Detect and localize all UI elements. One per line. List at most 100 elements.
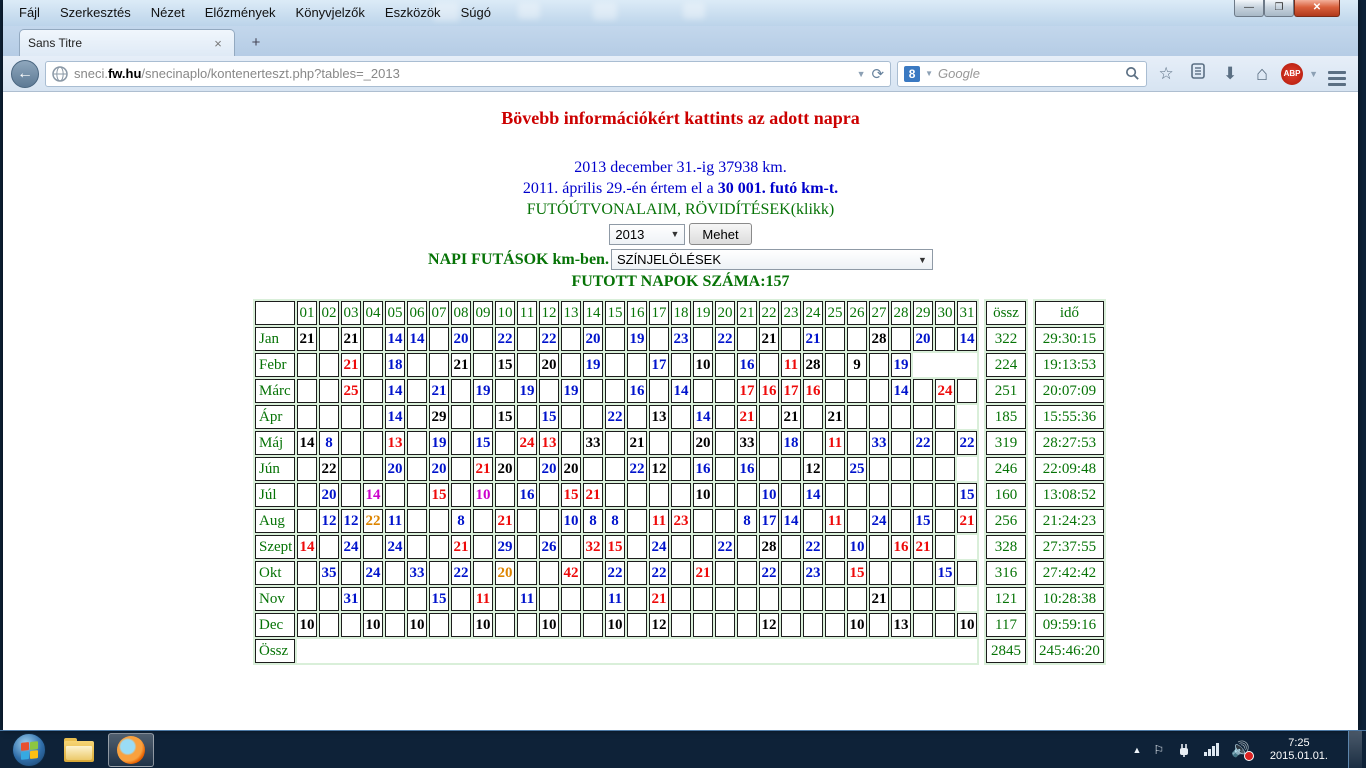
day-cell[interactable]: 21: [429, 379, 449, 403]
start-button[interactable]: [12, 733, 46, 767]
day-cell[interactable]: 12: [759, 613, 779, 637]
reload-icon[interactable]: ⟳: [872, 65, 885, 83]
empty-day-cell[interactable]: [693, 587, 713, 611]
day-cell[interactable]: 22: [495, 327, 515, 351]
empty-day-cell[interactable]: [297, 561, 317, 585]
empty-day-cell[interactable]: [473, 535, 493, 559]
empty-day-cell[interactable]: [935, 483, 955, 507]
empty-day-cell[interactable]: [583, 587, 603, 611]
empty-day-cell[interactable]: [891, 483, 911, 507]
empty-day-cell[interactable]: [407, 457, 427, 481]
menu-history[interactable]: Előzmények: [197, 3, 284, 22]
day-cell[interactable]: 10: [693, 483, 713, 507]
day-cell[interactable]: 20: [451, 327, 471, 351]
day-cell[interactable]: 15: [495, 353, 515, 377]
search-engine-dropdown-icon[interactable]: ▼: [925, 69, 933, 78]
empty-day-cell[interactable]: [825, 327, 845, 351]
day-cell[interactable]: 22: [649, 561, 669, 585]
empty-day-cell[interactable]: [407, 405, 427, 429]
tab-close-icon[interactable]: ×: [210, 36, 226, 51]
day-cell[interactable]: 10: [407, 613, 427, 637]
empty-day-cell[interactable]: [803, 509, 823, 533]
day-cell[interactable]: 21: [957, 509, 977, 533]
empty-day-cell[interactable]: [825, 353, 845, 377]
day-cell[interactable]: 22: [715, 327, 735, 351]
empty-day-cell[interactable]: [297, 379, 317, 403]
day-cell[interactable]: 20: [693, 431, 713, 455]
day-cell[interactable]: 12: [649, 613, 669, 637]
empty-day-cell[interactable]: [627, 613, 647, 637]
taskbar-clock[interactable]: 7:25 2015.01.01.: [1262, 737, 1336, 763]
empty-day-cell[interactable]: [759, 405, 779, 429]
day-cell[interactable]: 22: [627, 457, 647, 481]
empty-day-cell[interactable]: [297, 587, 317, 611]
empty-day-cell[interactable]: [605, 327, 625, 351]
close-button[interactable]: ✕: [1294, 0, 1340, 17]
empty-day-cell[interactable]: [737, 613, 757, 637]
empty-day-cell[interactable]: [363, 379, 383, 403]
day-cell[interactable]: 8: [605, 509, 625, 533]
empty-day-cell[interactable]: [627, 483, 647, 507]
empty-day-cell[interactable]: [583, 561, 603, 585]
empty-day-cell[interactable]: [803, 587, 823, 611]
day-cell[interactable]: 26: [539, 535, 559, 559]
empty-day-cell[interactable]: [891, 457, 911, 481]
empty-day-cell[interactable]: [671, 405, 691, 429]
empty-day-cell[interactable]: [715, 431, 735, 455]
empty-day-cell[interactable]: [517, 353, 537, 377]
day-cell[interactable]: 16: [627, 379, 647, 403]
empty-day-cell[interactable]: [671, 587, 691, 611]
day-cell[interactable]: 20: [561, 457, 581, 481]
search-engine-icon[interactable]: 8: [904, 66, 920, 82]
empty-day-cell[interactable]: [451, 405, 471, 429]
empty-day-cell[interactable]: [781, 535, 801, 559]
day-cell[interactable]: 14: [407, 327, 427, 351]
empty-day-cell[interactable]: [561, 535, 581, 559]
file-explorer-button[interactable]: [64, 738, 94, 762]
day-cell[interactable]: 16: [517, 483, 537, 507]
empty-day-cell[interactable]: [341, 431, 361, 455]
empty-day-cell[interactable]: [825, 587, 845, 611]
day-cell[interactable]: 21: [451, 353, 471, 377]
empty-day-cell[interactable]: [649, 483, 669, 507]
empty-day-cell[interactable]: [715, 561, 735, 585]
day-cell[interactable]: 18: [385, 353, 405, 377]
day-cell[interactable]: 22: [913, 431, 933, 455]
day-cell[interactable]: 15: [473, 431, 493, 455]
empty-day-cell[interactable]: [869, 457, 889, 481]
empty-day-cell[interactable]: [715, 405, 735, 429]
day-cell[interactable]: 14: [297, 535, 317, 559]
day-cell[interactable]: 8: [737, 509, 757, 533]
day-cell[interactable]: 22: [957, 431, 977, 455]
day-cell[interactable]: 15: [429, 483, 449, 507]
empty-day-cell[interactable]: [627, 353, 647, 377]
day-cell[interactable]: 10: [473, 613, 493, 637]
empty-day-cell[interactable]: [891, 509, 911, 533]
day-cell[interactable]: 17: [781, 379, 801, 403]
day-cell[interactable]: 12: [649, 457, 669, 481]
year-select[interactable]: 2013▼: [609, 224, 685, 245]
empty-day-cell[interactable]: [429, 509, 449, 533]
day-cell[interactable]: 19: [473, 379, 493, 403]
empty-day-cell[interactable]: [671, 353, 691, 377]
day-cell[interactable]: 11: [605, 587, 625, 611]
empty-day-cell[interactable]: [737, 483, 757, 507]
tray-expand-icon[interactable]: ▲: [1133, 745, 1142, 755]
empty-day-cell[interactable]: [473, 509, 493, 533]
hamburger-menu-icon[interactable]: [1324, 61, 1350, 87]
empty-day-cell[interactable]: [847, 587, 867, 611]
day-cell[interactable]: 24: [869, 509, 889, 533]
empty-day-cell[interactable]: [891, 431, 911, 455]
empty-day-cell[interactable]: [627, 587, 647, 611]
empty-day-cell[interactable]: [759, 353, 779, 377]
empty-day-cell[interactable]: [495, 613, 515, 637]
empty-day-cell[interactable]: [473, 561, 493, 585]
empty-day-cell[interactable]: [825, 561, 845, 585]
day-cell[interactable]: 22: [539, 327, 559, 351]
empty-day-cell[interactable]: [781, 587, 801, 611]
day-cell[interactable]: 23: [671, 327, 691, 351]
empty-day-cell[interactable]: [341, 613, 361, 637]
empty-day-cell[interactable]: [935, 535, 955, 559]
adblock-plus-icon[interactable]: ABP: [1281, 63, 1303, 85]
day-cell[interactable]: 8: [583, 509, 603, 533]
